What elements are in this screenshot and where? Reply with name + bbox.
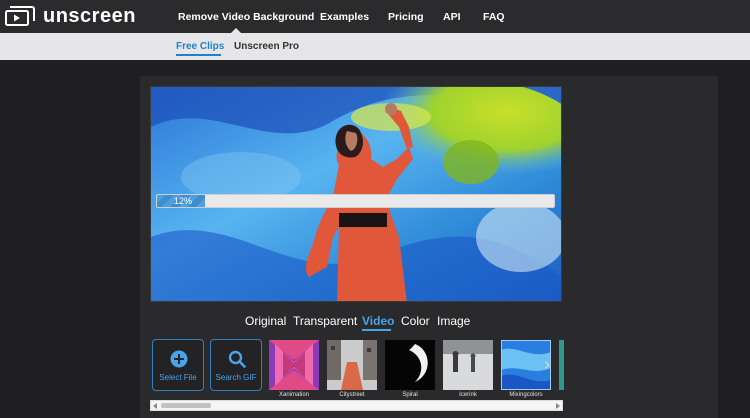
select-file-label: Select File — [159, 373, 197, 382]
plus-circle-icon — [170, 350, 188, 368]
select-file-button[interactable]: Select File — [152, 339, 204, 391]
search-icon — [228, 350, 246, 368]
nav-remove-video-background[interactable]: Remove Video Background — [178, 11, 314, 23]
brand-logo[interactable]: unscreen — [5, 6, 136, 26]
scroll-left-icon[interactable] — [153, 403, 157, 409]
clip-thumbnail-citystreet[interactable] — [327, 340, 377, 390]
subnav-free-clips[interactable]: Free Clips — [176, 41, 224, 53]
top-navbar: unscreen Remove Video Background Example… — [0, 0, 750, 33]
thumbnail-label-citystreet: Citystreet — [339, 392, 365, 398]
nav-pricing[interactable]: Pricing — [388, 11, 424, 23]
tab-active-underline — [362, 329, 391, 331]
subnav-unscreen-pro[interactable]: Unscreen Pro — [234, 41, 299, 53]
thumbnail-label-spiral: Spiral — [402, 392, 418, 398]
brand-name: unscreen — [43, 5, 136, 27]
upload-progress-bar: 12% — [156, 194, 555, 208]
clip-thumbnail-partial[interactable] — [559, 340, 564, 390]
thumbnail-label-icerink: Icerink — [459, 392, 477, 398]
search-gif-button[interactable]: Search GIF — [210, 339, 262, 391]
scroll-right-icon[interactable] — [556, 403, 560, 409]
play-window-icon — [5, 6, 35, 26]
nav-api[interactable]: API — [443, 11, 461, 23]
chevron-right-icon[interactable]: › — [544, 354, 550, 374]
tab-transparent[interactable]: Transparent — [293, 314, 357, 328]
progress-percent: 12% — [174, 196, 193, 206]
tab-color[interactable]: Color — [401, 314, 430, 328]
clip-thumbnail-spiral[interactable] — [385, 340, 435, 390]
clip-thumbnail-xanimation[interactable] — [269, 340, 319, 390]
tab-video[interactable]: Video — [362, 314, 394, 328]
tab-original[interactable]: Original — [245, 314, 286, 328]
nav-examples[interactable]: Examples — [320, 11, 369, 23]
thumbnail-label-mixingcolors: Mixingcolors — [509, 392, 543, 398]
subnav-active-underline — [176, 54, 221, 56]
clip-thumbnail-icerink[interactable] — [443, 340, 493, 390]
thumbnail-scrollbar[interactable] — [150, 400, 563, 411]
thumbnail-label-xanimation: Xanimation — [278, 392, 310, 398]
sub-navbar: Free Clips Unscreen Pro — [0, 33, 750, 60]
scrollbar-thumb[interactable] — [161, 403, 211, 408]
nav-faq[interactable]: FAQ — [483, 11, 505, 23]
tab-image[interactable]: Image — [437, 314, 470, 328]
search-gif-label: Search GIF — [215, 373, 257, 382]
